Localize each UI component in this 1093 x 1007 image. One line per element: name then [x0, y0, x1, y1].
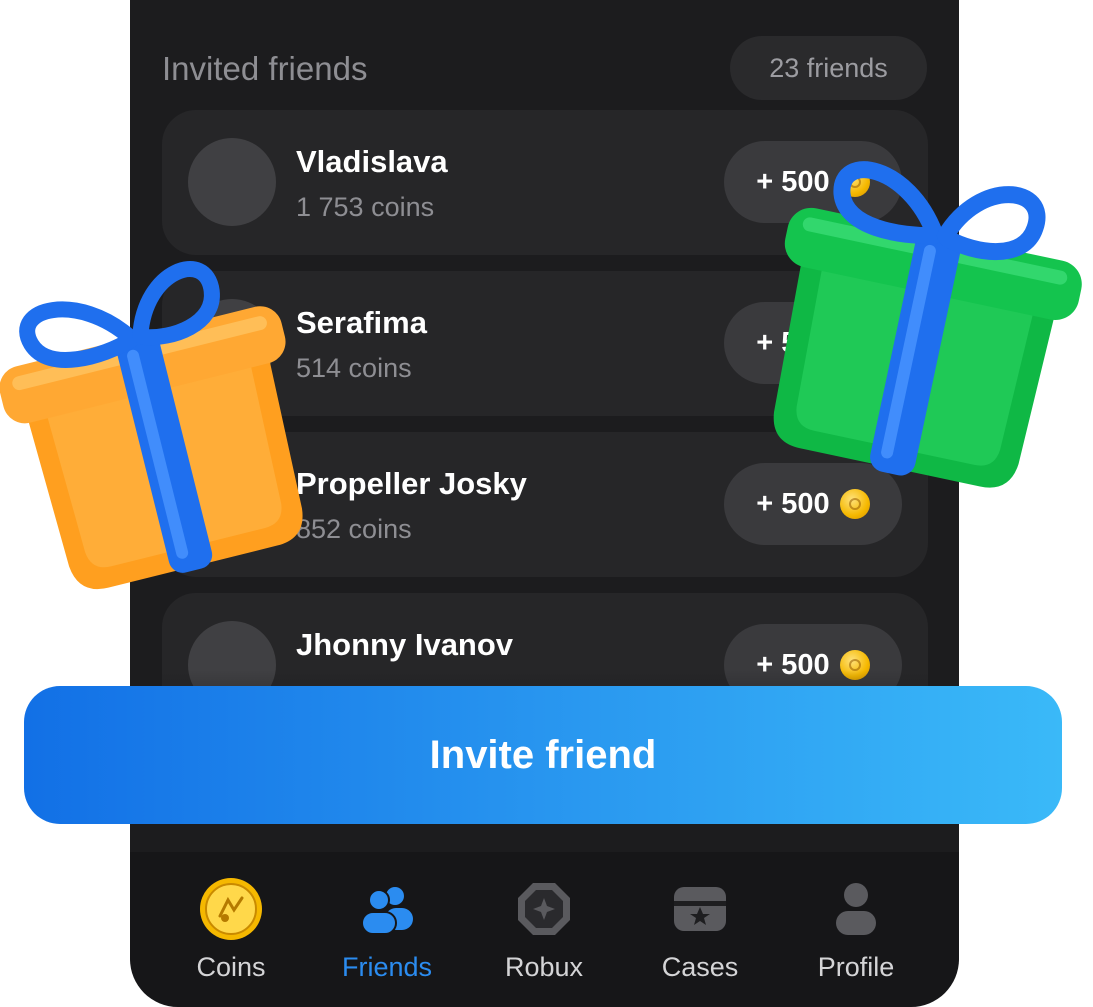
- tab-label: Friends: [341, 952, 433, 982]
- section-title: Invited friends: [162, 50, 368, 87]
- tab-cases[interactable]: Cases: [630, 876, 770, 983]
- friend-coins: 1 753 coins: [296, 192, 435, 222]
- friend-name: Propeller Josky: [296, 466, 527, 501]
- profile-icon: [786, 876, 926, 942]
- tab-label: Robux: [504, 952, 584, 982]
- tab-label: Profile: [817, 952, 895, 982]
- robux-icon: [474, 876, 614, 942]
- tab-profile[interactable]: Profile: [786, 876, 926, 983]
- invite-friend-button[interactable]: Invite friend: [24, 686, 1062, 824]
- tab-label: Cases: [661, 952, 739, 982]
- friends-count-badge: 23 friends: [730, 36, 927, 100]
- green-gift-icon: [773, 161, 1082, 488]
- case-icon: [630, 876, 770, 942]
- tab-robux[interactable]: Robux: [474, 876, 614, 983]
- tab-label: Coins: [196, 952, 266, 982]
- avatar: [188, 138, 276, 226]
- section-header: Invited friends 23 friends: [162, 36, 927, 100]
- tab-friends[interactable]: Friends: [317, 876, 457, 983]
- orange-gift-icon: [0, 261, 303, 590]
- tab-coins[interactable]: Coins: [161, 876, 301, 983]
- coin-icon: [161, 876, 301, 942]
- bottom-tab-bar: Coins Friends Robux Cases Profile: [130, 852, 959, 1007]
- friend-name: Jhonny Ivanov: [296, 627, 514, 662]
- friend-name: Vladislava: [296, 144, 448, 179]
- friends-icon: [317, 876, 457, 942]
